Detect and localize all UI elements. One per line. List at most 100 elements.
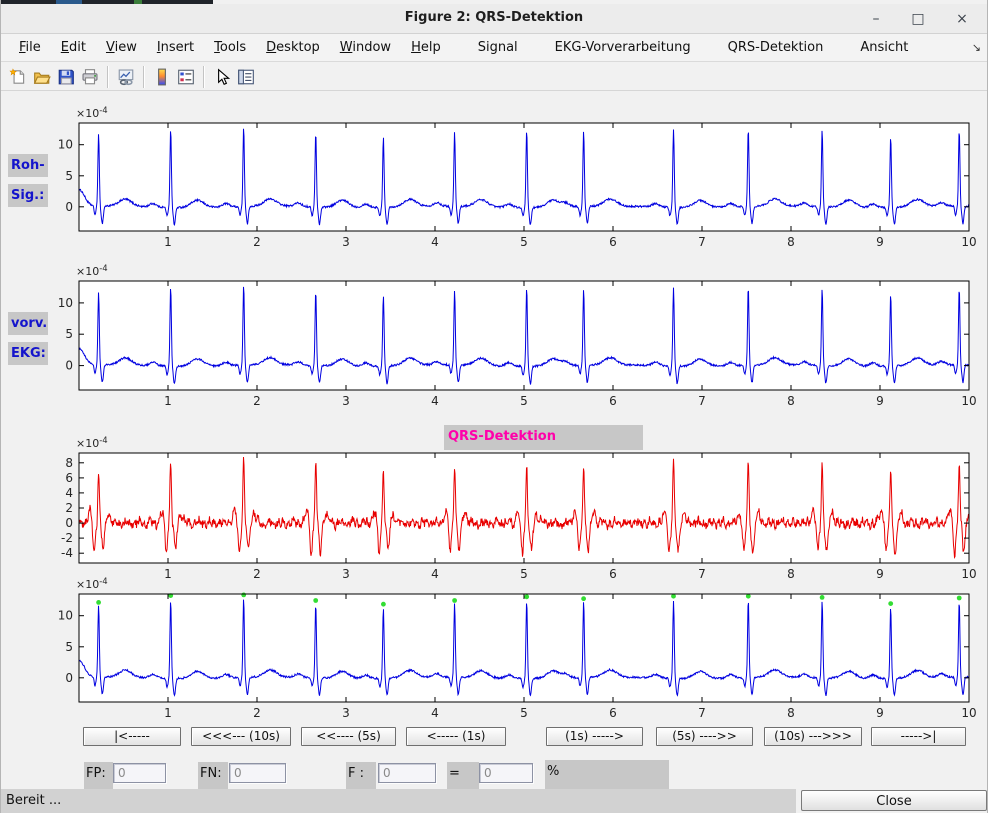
insert-colorbar-icon[interactable] [152, 67, 172, 87]
svg-text:-2: -2 [61, 531, 73, 545]
nav-forward-10s-button[interactable]: (10s) --->>> [764, 727, 862, 746]
figure-window: Figure 2: QRS-Detektion – □ × File Edit … [0, 0, 988, 813]
svg-text:6: 6 [609, 394, 617, 408]
nav-end-button[interactable]: ----->| [871, 727, 966, 746]
titlebar[interactable]: Figure 2: QRS-Detektion – □ × [1, 4, 987, 34]
svg-text:6: 6 [609, 706, 617, 720]
svg-text:×10-4: ×10-4 [76, 577, 108, 591]
svg-text:10: 10 [961, 706, 976, 720]
fp-label: FP: [84, 762, 113, 789]
svg-text:3: 3 [342, 706, 350, 720]
svg-text:8: 8 [787, 235, 795, 249]
svg-text:1: 1 [164, 235, 172, 249]
open-file-icon[interactable] [32, 67, 52, 87]
svg-text:×10-4: ×10-4 [76, 264, 108, 278]
svg-text:0: 0 [65, 359, 73, 373]
menu-signal[interactable]: Signal [468, 40, 528, 55]
plot-qrs-detektion-filter: 12345678910-4-202468×10-4 [1, 435, 988, 583]
nav-begin-button[interactable]: |<----- [83, 727, 181, 746]
toolbar-separator [107, 66, 109, 88]
menu-tools[interactable]: Tools [204, 40, 256, 55]
menu-ekg-vorverarbeitung[interactable]: EKG-Vorverarbeitung [545, 40, 701, 55]
svg-text:0: 0 [65, 671, 73, 685]
svg-text:7: 7 [698, 235, 706, 249]
print-figure-icon[interactable] [80, 67, 100, 87]
svg-text:8: 8 [787, 394, 795, 408]
svg-text:6: 6 [65, 471, 73, 485]
svg-text:5: 5 [520, 394, 528, 408]
svg-text:5: 5 [520, 706, 528, 720]
plot-browser-icon[interactable] [236, 67, 256, 87]
svg-text:10: 10 [961, 235, 976, 249]
menubar: File Edit View Insert Tools Desktop Wind… [1, 34, 987, 62]
toolbar [1, 63, 987, 91]
svg-text:10: 10 [961, 394, 976, 408]
svg-text:0: 0 [65, 200, 73, 214]
close-button[interactable]: Close [801, 790, 987, 811]
status-bar: Bereit ... [1, 789, 796, 813]
svg-text:4: 4 [431, 235, 439, 249]
svg-text:1: 1 [164, 706, 172, 720]
svg-text:7: 7 [698, 706, 706, 720]
svg-text:7: 7 [698, 394, 706, 408]
menu-insert[interactable]: Insert [147, 40, 204, 55]
svg-text:5: 5 [65, 640, 73, 654]
svg-text:10: 10 [58, 138, 73, 152]
svg-text:×10-4: ×10-4 [76, 106, 108, 120]
svg-text:4: 4 [65, 486, 73, 500]
new-figure-icon[interactable] [8, 67, 28, 87]
fp-input[interactable] [113, 763, 166, 783]
menu-window[interactable]: Window [330, 40, 401, 55]
link-plot-icon[interactable] [116, 67, 136, 87]
svg-text:3: 3 [342, 235, 350, 249]
fn-label: FN: [198, 762, 228, 789]
svg-text:8: 8 [787, 706, 795, 720]
nav-forward-5s-button[interactable]: (5s) ---->> [656, 727, 753, 746]
svg-text:9: 9 [876, 394, 884, 408]
svg-text:8: 8 [65, 456, 73, 470]
percent-label: % [545, 760, 669, 790]
svg-text:10: 10 [58, 296, 73, 310]
menu-qrs-detektion[interactable]: QRS-Detektion [718, 40, 834, 55]
nav-back-10s-button[interactable]: <<<--- (10s) [191, 727, 291, 746]
svg-text:1: 1 [164, 394, 172, 408]
plot-vorverarbeitetes-ekg: 1 2 3 4 5 6 7 8 9 10 0 5 10 ×10-4 [1, 263, 988, 411]
svg-text:6: 6 [609, 235, 617, 249]
toolbar-separator [203, 66, 205, 88]
svg-text:5: 5 [65, 327, 73, 341]
toolbar-separator [143, 66, 145, 88]
minimize-button[interactable]: – [865, 9, 887, 29]
save-figure-icon[interactable] [56, 67, 76, 87]
nav-back-1s-button[interactable]: <----- (1s) [406, 727, 506, 746]
svg-text:2: 2 [65, 501, 73, 515]
insert-legend-icon[interactable] [176, 67, 196, 87]
svg-text:2: 2 [253, 235, 261, 249]
svg-text:4: 4 [431, 394, 439, 408]
menu-ansicht[interactable]: Ansicht [850, 40, 918, 55]
close-window-button[interactable]: × [951, 9, 973, 29]
menu-desktop[interactable]: Desktop [256, 40, 330, 55]
svg-text:0: 0 [65, 516, 73, 530]
plot-ekg-mit-qrs-markern: 123456789100510×10-4 [1, 576, 988, 724]
menu-file[interactable]: File [9, 40, 51, 55]
menu-overflow-icon[interactable]: ↘ [972, 41, 981, 54]
svg-text:9: 9 [876, 706, 884, 720]
nav-back-5s-button[interactable]: <<---- (5s) [301, 727, 396, 746]
svg-text:9: 9 [876, 235, 884, 249]
f-input[interactable] [378, 763, 436, 783]
edit-plot-icon[interactable] [212, 67, 232, 87]
svg-text:10: 10 [58, 609, 73, 623]
nav-forward-1s-button[interactable]: (1s) -----> [546, 727, 643, 746]
maximize-button[interactable]: □ [907, 9, 929, 29]
f-result-input[interactable] [479, 763, 533, 783]
menu-edit[interactable]: Edit [51, 40, 96, 55]
menu-help[interactable]: Help [401, 40, 451, 55]
svg-text:2: 2 [253, 394, 261, 408]
equals-label: = [447, 762, 479, 789]
svg-text:4: 4 [431, 706, 439, 720]
menu-view[interactable]: View [96, 40, 147, 55]
svg-text:5: 5 [65, 169, 73, 183]
f-label: F : [346, 762, 376, 789]
fn-input[interactable] [229, 763, 286, 783]
svg-text:3: 3 [342, 394, 350, 408]
